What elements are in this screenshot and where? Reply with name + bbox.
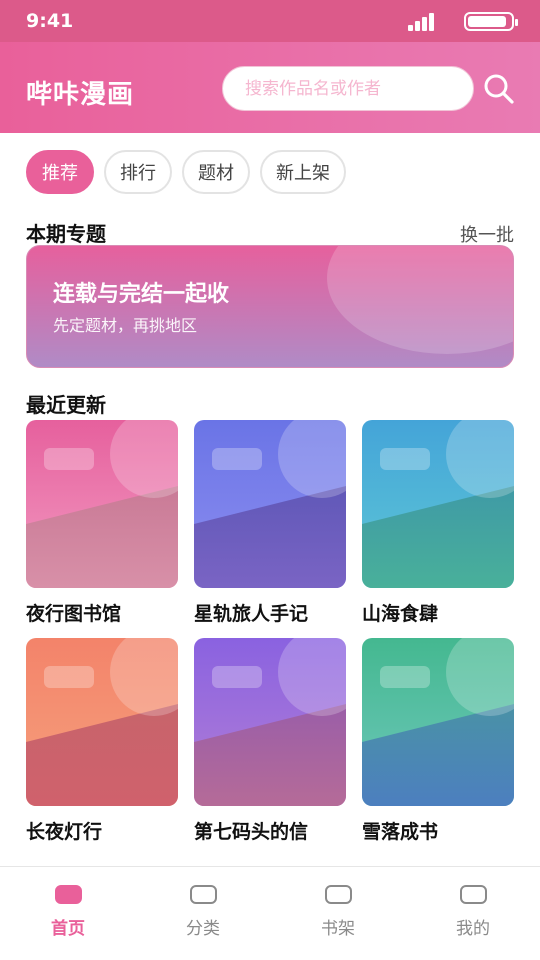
recent-section-title: 最近更新 bbox=[26, 393, 106, 417]
comic-card[interactable]: 长夜灯行 bbox=[26, 638, 178, 844]
tab-label: 分类 bbox=[186, 919, 220, 939]
comic-cover bbox=[26, 638, 178, 806]
comic-cover bbox=[362, 420, 514, 588]
status-bar: 9:41 bbox=[0, 0, 540, 42]
cover-label-placeholder bbox=[44, 666, 94, 688]
comic-cover bbox=[194, 420, 346, 588]
cover-label-placeholder bbox=[380, 448, 430, 470]
signal-icon bbox=[408, 13, 436, 31]
tab-label: 首页 bbox=[51, 919, 85, 939]
tab-label: 书架 bbox=[321, 919, 355, 939]
comic-card[interactable]: 第七码头的信 bbox=[194, 638, 346, 844]
featured-section-title: 本期专题 bbox=[26, 222, 106, 246]
cover-label-placeholder bbox=[212, 448, 262, 470]
swap-batch-link[interactable]: 换一批 bbox=[460, 221, 514, 247]
chip-recommend[interactable]: 推荐 bbox=[26, 150, 94, 194]
filter-chips: 推荐 排行 题材 新上架 bbox=[26, 150, 346, 196]
profile-tab-icon bbox=[459, 885, 487, 904]
search-input[interactable] bbox=[223, 67, 473, 110]
comic-title: 星轨旅人手记 bbox=[194, 603, 309, 625]
featured-banner[interactable]: 连载与完结一起收 先定题材，再挑地区 bbox=[26, 245, 514, 368]
home-tab-icon bbox=[54, 885, 82, 904]
bookshelf-tab-icon bbox=[324, 885, 352, 904]
cover-label-placeholder bbox=[44, 448, 94, 470]
comic-card[interactable]: 雪落成书 bbox=[362, 638, 514, 844]
tab-label: 我的 bbox=[456, 919, 490, 939]
cover-label-placeholder bbox=[212, 666, 262, 688]
comic-title: 夜行图书馆 bbox=[26, 603, 122, 625]
comic-card[interactable]: 夜行图书馆 bbox=[26, 420, 178, 626]
tab-profile[interactable]: 我的 bbox=[428, 885, 518, 939]
category-tab-icon bbox=[189, 885, 217, 904]
search-icon[interactable] bbox=[482, 72, 516, 106]
search-box[interactable] bbox=[222, 66, 474, 111]
banner-title: 连载与完结一起收 bbox=[53, 282, 230, 307]
comic-title: 长夜灯行 bbox=[26, 821, 103, 843]
tab-category[interactable]: 分类 bbox=[158, 885, 248, 939]
comic-cover bbox=[362, 638, 514, 806]
banner-subtitle: 先定题材，再挑地区 bbox=[53, 316, 198, 335]
chip-genre[interactable]: 题材 bbox=[182, 150, 250, 194]
chip-ranking[interactable]: 排行 bbox=[104, 150, 172, 194]
app-title: 哔咔漫画 bbox=[26, 80, 135, 110]
comic-title: 山海食肆 bbox=[362, 603, 439, 625]
comic-card[interactable]: 星轨旅人手记 bbox=[194, 420, 346, 626]
battery-icon bbox=[464, 12, 518, 31]
tab-home[interactable]: 首页 bbox=[23, 885, 113, 939]
bottom-tab-bar: 首页 分类 书架 我的 bbox=[0, 866, 540, 960]
banner-decoration bbox=[327, 246, 513, 354]
cover-label-placeholder bbox=[380, 666, 430, 688]
status-time: 9:41 bbox=[26, 10, 74, 32]
tab-bookshelf[interactable]: 书架 bbox=[293, 885, 383, 939]
comic-card[interactable]: 山海食肆 bbox=[362, 420, 514, 626]
comic-title: 第七码头的信 bbox=[194, 821, 309, 843]
comic-title: 雪落成书 bbox=[362, 821, 439, 843]
chip-new-arrivals[interactable]: 新上架 bbox=[260, 150, 346, 194]
app-header: 哔咔漫画 bbox=[0, 42, 540, 133]
comic-cover bbox=[26, 420, 178, 588]
comic-cover bbox=[194, 638, 346, 806]
